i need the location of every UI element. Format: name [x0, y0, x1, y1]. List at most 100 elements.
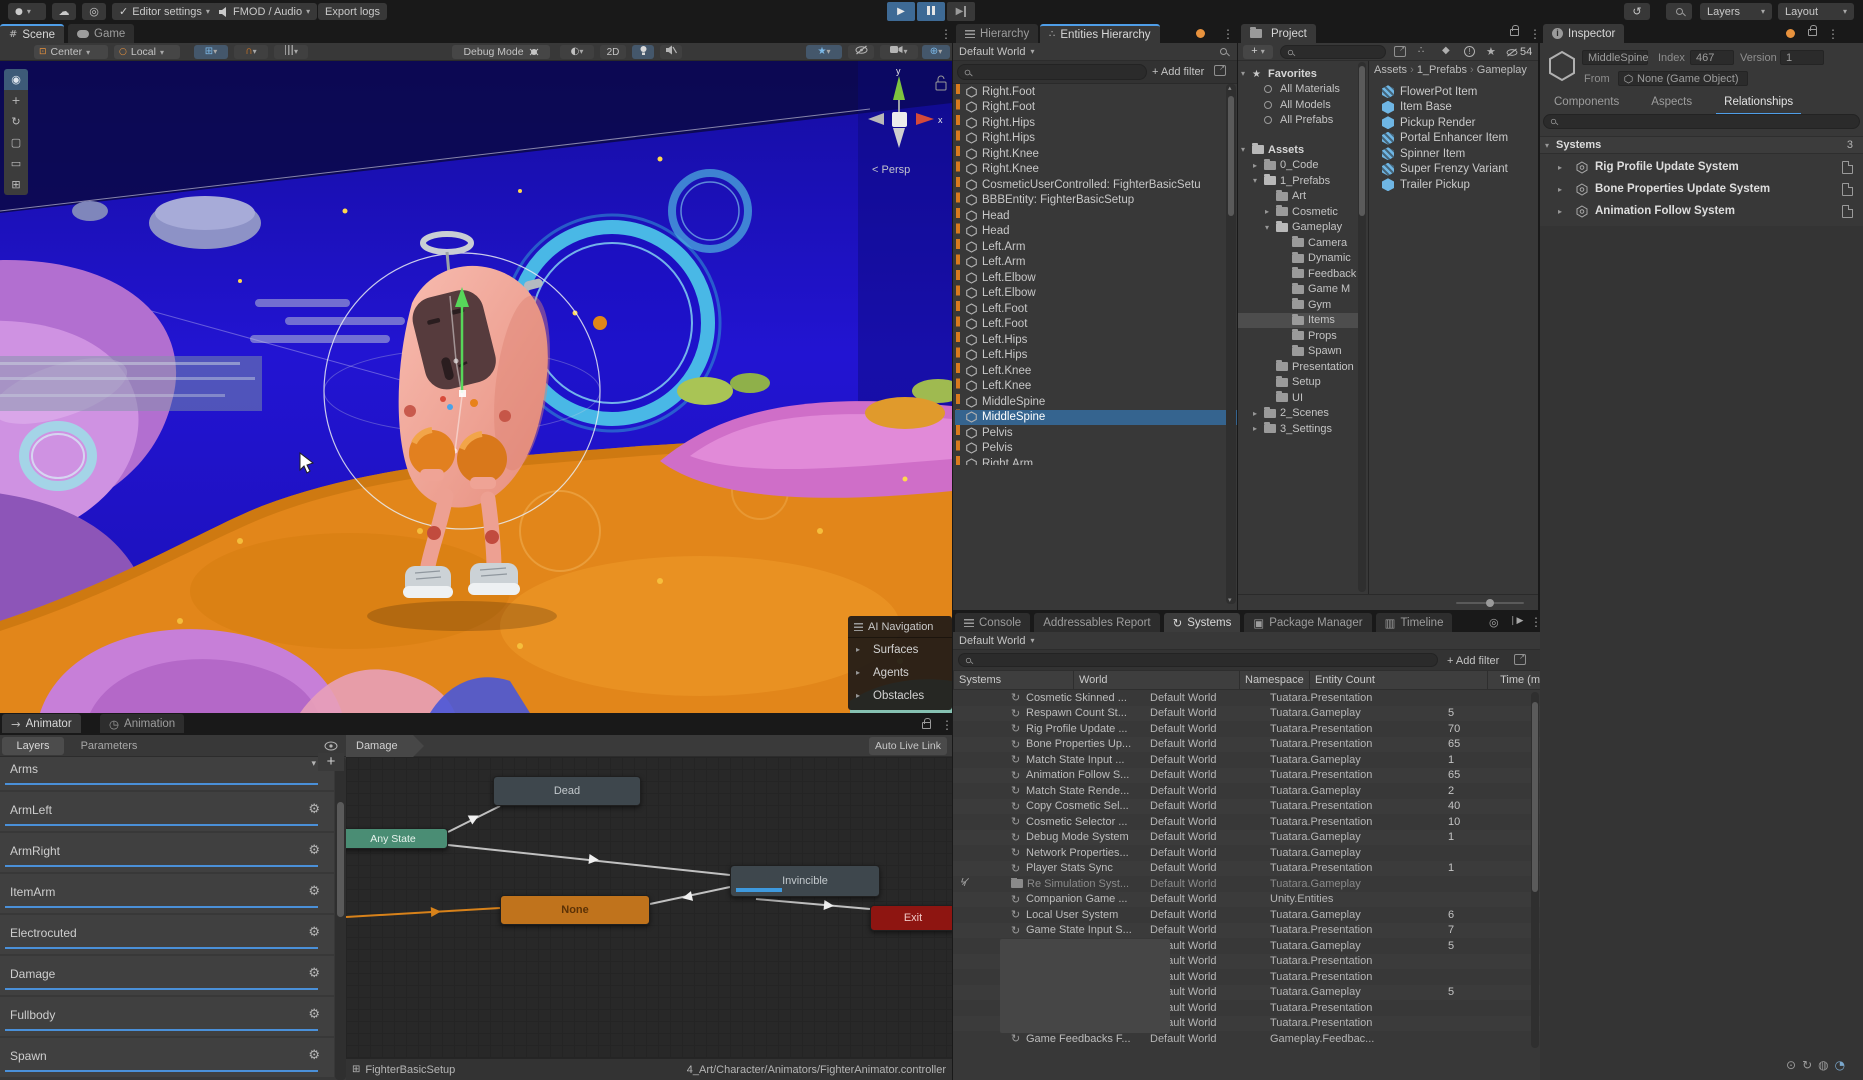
inspector-lock-icon[interactable]: [1808, 29, 1817, 36]
measure-button[interactable]: ▾: [274, 45, 308, 59]
tree-item[interactable]: Art: [1238, 189, 1358, 205]
breadcrumb-prefabs[interactable]: 1_Prefabs: [1417, 64, 1467, 76]
asset-labels-icon[interactable]: ∴: [1418, 45, 1424, 56]
move-tool-button[interactable]: +: [4, 90, 28, 111]
expand-arrow-icon[interactable]: [1253, 409, 1264, 418]
tree-item[interactable]: Cosmetic: [1238, 204, 1358, 220]
ai-nav-surfaces[interactable]: Surfaces: [848, 638, 952, 661]
animator-layer-row[interactable]: Damage ⚙ ▾: [0, 956, 334, 995]
state-node-none[interactable]: None: [500, 895, 650, 925]
hidden-count[interactable]: 54: [1506, 46, 1532, 58]
animator-panel-menu[interactable]: ⋮: [941, 718, 953, 732]
console-tab[interactable]: ↻ Systems: [1164, 613, 1241, 632]
column-header[interactable]: Namespace: [1239, 671, 1309, 689]
entity-row[interactable]: Left.Knee: [955, 379, 1237, 395]
view-orientation-gizmo[interactable]: y x < Persp: [850, 64, 952, 189]
system-row[interactable]: Network Properties... Default World Tuat…: [953, 845, 1540, 861]
tree-item[interactable]: 1_Prefabs: [1238, 173, 1358, 189]
tool-handle-rotation-dropdown[interactable]: ○ Local ▾: [114, 45, 180, 59]
gear-icon[interactable]: ⚙: [308, 966, 320, 981]
undo-history-button[interactable]: ↺: [1624, 3, 1650, 20]
account-button[interactable]: ● ▾: [8, 3, 46, 20]
tab-project[interactable]: Project: [1241, 24, 1316, 43]
gear-icon[interactable]: ⚙: [308, 1007, 320, 1022]
entity-row[interactable]: Pelvis: [955, 441, 1237, 457]
version-field[interactable]: 1: [1780, 50, 1824, 65]
debug-mode-button[interactable]: Debug Mode: [452, 45, 550, 59]
tab-hierarchy[interactable]: Hierarchy: [956, 24, 1038, 43]
subtab-layers[interactable]: Layers: [2, 737, 64, 755]
expand-arrow-icon[interactable]: [1265, 207, 1276, 216]
system-row[interactable]: Companion Game ... Default World Unity.E…: [953, 892, 1540, 908]
open-window-icon[interactable]: [1394, 46, 1406, 57]
lighting-toggle-button[interactable]: [632, 45, 654, 59]
console-extra-icon[interactable]: ◎: [1489, 616, 1499, 629]
tree-item[interactable]: Feedback: [1238, 266, 1358, 282]
tree-item[interactable]: All Materials: [1238, 82, 1358, 98]
tree-item[interactable]: Gym: [1238, 297, 1358, 313]
animator-layer-row[interactable]: Arms ⚙ ▾: [0, 757, 334, 790]
search-icon[interactable]: [1220, 48, 1227, 55]
asset-row[interactable]: Pickup Render: [1372, 115, 1538, 131]
gizmos-dropdown[interactable]: ⊕▾: [922, 45, 950, 59]
inspector-tab[interactable]: Components: [1552, 96, 1621, 111]
inspector-tab[interactable]: Relationships: [1722, 96, 1795, 111]
expand-arrow-icon[interactable]: [1253, 176, 1264, 185]
project-lock-icon[interactable]: [1510, 29, 1519, 36]
tag-icon[interactable]: ◆: [1442, 45, 1450, 56]
script-doc-icon[interactable]: [1842, 205, 1853, 218]
visibility-toggle-button[interactable]: [848, 45, 874, 59]
entity-row[interactable]: Right.Knee: [955, 146, 1237, 162]
animator-layer-row[interactable]: ArmRight ⚙ ▾: [0, 833, 334, 872]
system-row[interactable]: Animation Follow S... Default World Tuat…: [953, 768, 1540, 784]
system-row[interactable]: Rig Profile Update ... Default World Tua…: [953, 721, 1540, 737]
scale-tool-button[interactable]: ▢: [4, 132, 28, 153]
systems-scrollbar[interactable]: [1531, 692, 1539, 1048]
snap-button[interactable]: ∩▾: [234, 45, 268, 59]
entity-row[interactable]: Right.Foot: [955, 84, 1237, 100]
column-header[interactable]: World: [1073, 671, 1239, 689]
relationship-system-row[interactable]: Rig Profile Update System: [1540, 156, 1863, 178]
auto-live-link-button[interactable]: Auto Live Link: [869, 737, 947, 755]
state-node-exit[interactable]: Exit: [870, 905, 952, 931]
system-row[interactable]: Cosmetic Selector ... Default World Tuat…: [953, 814, 1540, 830]
tree-item[interactable]: All Models: [1238, 97, 1358, 113]
tree-item[interactable]: Setup: [1238, 375, 1358, 391]
breadcrumb-assets[interactable]: Assets: [1374, 64, 1407, 76]
tree-item[interactable]: [1238, 128, 1358, 142]
systems-world-selector[interactable]: Default World▾: [953, 632, 1540, 650]
entity-row[interactable]: Left.Elbow: [955, 270, 1237, 286]
column-header[interactable]: Entity Count: [1309, 671, 1487, 689]
asset-row[interactable]: Super Frenzy Variant: [1372, 162, 1538, 178]
tab-inspector[interactable]: i Inspector: [1543, 24, 1624, 43]
play-button[interactable]: ▶: [887, 2, 915, 21]
tree-item[interactable]: Items: [1238, 313, 1358, 329]
animator-layer-row[interactable]: Spawn ⚙ ▾: [0, 1038, 334, 1077]
console-tab[interactable]: Addressables Report: [1034, 613, 1159, 632]
add-filter-button[interactable]: + Add filter: [1447, 655, 1499, 667]
tree-item[interactable]: Camera: [1238, 235, 1358, 251]
state-node-invincible[interactable]: Invincible: [730, 865, 880, 897]
tab-scene[interactable]: # Scene: [0, 24, 64, 43]
world-selector[interactable]: Default World▾: [953, 43, 1237, 61]
entity-name-field[interactable]: MiddleSpine: [1582, 50, 1648, 65]
console-tab[interactable]: Console: [955, 613, 1030, 632]
column-header[interactable]: Systems: [953, 671, 1073, 689]
entity-row[interactable]: Right.Knee: [955, 162, 1237, 178]
system-row[interactable]: Copy Cosmetic Sel... Default World Tuata…: [953, 799, 1540, 815]
animator-layer-row[interactable]: Electrocuted ⚙ ▾: [0, 915, 334, 954]
tab-animator[interactable]: → Animator: [2, 714, 81, 733]
transform-tool-button[interactable]: ⊞: [4, 174, 28, 195]
console-tab[interactable]: ▣ Package Manager: [1244, 613, 1371, 632]
entity-row[interactable]: MiddleSpine: [955, 410, 1237, 426]
entity-row[interactable]: MiddleSpine: [955, 394, 1237, 410]
from-field[interactable]: None (Game Object): [1618, 71, 1748, 86]
tree-item[interactable]: Presentation: [1238, 359, 1358, 375]
expand-arrow-icon[interactable]: [1558, 163, 1569, 172]
entity-row[interactable]: Left.Foot: [955, 301, 1237, 317]
entity-row[interactable]: Left.Knee: [955, 363, 1237, 379]
state-node-any-state[interactable]: Any State: [346, 828, 448, 849]
column-header[interactable]: Time (m: [1487, 671, 1540, 689]
console-tab[interactable]: ▥ Timeline: [1376, 613, 1453, 632]
bell-icon[interactable]: ◍: [1818, 1058, 1828, 1072]
